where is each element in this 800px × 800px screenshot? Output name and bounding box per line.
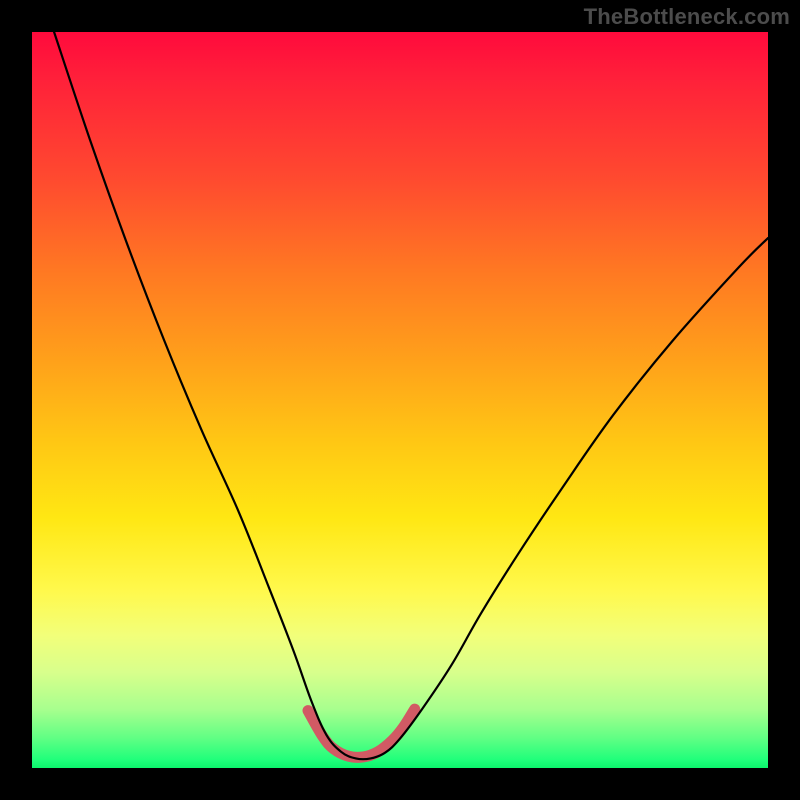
watermark-text: TheBottleneck.com — [584, 4, 790, 30]
chart-svg — [32, 32, 768, 768]
chart-plot-area — [32, 32, 768, 768]
bottleneck-curve-line — [54, 32, 768, 759]
valley-highlight-line — [308, 709, 415, 757]
chart-frame: TheBottleneck.com — [0, 0, 800, 800]
